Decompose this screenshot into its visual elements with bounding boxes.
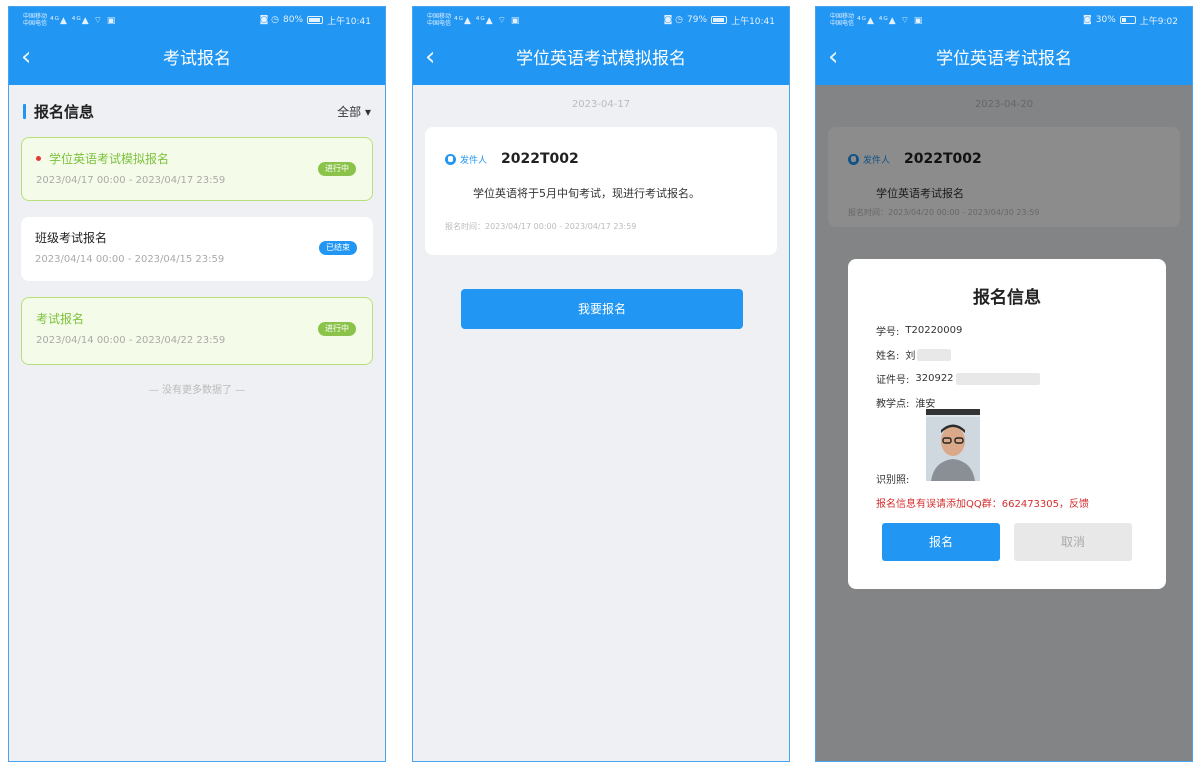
section-accent-bar: [23, 103, 26, 119]
battery-icon: [1119, 16, 1136, 24]
name-value: 刘: [905, 351, 916, 362]
page-title: 学位英语考试报名: [936, 49, 1072, 69]
person-photo-icon: [926, 417, 980, 481]
dialog-title: 报名信息: [973, 288, 1041, 308]
student-no-label: 学号:: [876, 327, 900, 338]
status-badge: 已结束: [319, 241, 357, 255]
sender-label: 发件人: [460, 155, 488, 166]
back-icon[interactable]: ‹: [21, 43, 51, 73]
sender-row: 发件人 2022T002: [445, 151, 579, 167]
cancel-button[interactable]: 取消: [1014, 523, 1132, 561]
phone-screen-registration-modal: 中国移动 中国电信 ⁴ᴳ▲ ⁴ᴳ▲ ⌔ ▣ ◙ 30% 上午9:02 ‹ 学位英…: [815, 6, 1193, 762]
message-body: 学位英语将于5月中旬考试，现进行考试报名。: [473, 187, 700, 200]
no-more-data-text: — 没有更多数据了 —: [148, 385, 246, 396]
photo-label: 识别照:: [876, 475, 910, 486]
exam-list-content: 报名信息 全部 ▾ 学位英语考试模拟报名 2023/04/17 00:00 - …: [9, 85, 385, 761]
student-no-value: T20220009: [905, 325, 963, 336]
sender-icon: [445, 153, 456, 165]
battery-icon: [711, 16, 728, 24]
signal-icon: ⁴ᴳ▲ ⁴ᴳ▲ ⌔ ▣: [50, 15, 117, 26]
clock: 上午10:41: [731, 16, 775, 27]
center-value: 淮安: [915, 399, 936, 410]
name-label: 姓名:: [876, 351, 900, 362]
list-item[interactable]: 学位英语考试模拟报名 2023/04/17 00:00 - 2023/04/17…: [21, 137, 373, 201]
message-date: 2023-04-17: [571, 99, 631, 110]
battery-icon: [307, 16, 324, 24]
list-item-title-row: 班级考试报名: [35, 229, 359, 246]
section-title-wrap: 报名信息: [23, 101, 94, 122]
status-indicators-icon: ◙ ◷: [259, 15, 280, 25]
signal-icon: ⁴ᴳ▲ ⁴ᴳ▲ ⌔ ▣: [857, 15, 924, 26]
status-indicators-icon: ◙: [1083, 15, 1092, 25]
redacted-mask: [955, 372, 1040, 385]
carrier-label: 中国移动 中国电信: [427, 13, 452, 27]
clock: 上午10:41: [327, 16, 371, 27]
student-no-row: 学号: T20220009: [876, 323, 962, 338]
battery-percent: 79%: [687, 15, 708, 25]
back-icon[interactable]: ‹: [828, 43, 858, 73]
list-item-time: 2023/04/14 00:00 - 2023/04/22 23:59: [36, 335, 226, 346]
id-photo: [926, 409, 980, 481]
list-item-title: 班级考试报名: [35, 231, 108, 245]
redacted-mask: [917, 348, 952, 361]
center-label: 教学点:: [876, 399, 910, 410]
list-item-title-row: 考试报名: [36, 310, 358, 327]
unread-dot-icon: [36, 156, 41, 161]
status-bar: 中国移动 中国电信 ⁴ᴳ▲ ⁴ᴳ▲ ⌔ ▣ ◙ 30% 上午9:02: [816, 7, 1192, 33]
battery-percent: 30%: [1095, 15, 1116, 25]
id-row: 证件号: 320922: [876, 371, 1040, 386]
list-item[interactable]: 考试报名 2023/04/14 00:00 - 2023/04/22 23:59…: [21, 297, 373, 365]
page-title: 学位英语考试模拟报名: [516, 49, 686, 69]
register-button[interactable]: 我要报名: [461, 289, 743, 329]
message-content: 2023-04-17 发件人 2022T002 学位英语将于5月中旬考试，现进行…: [413, 85, 789, 761]
confirm-register-button[interactable]: 报名: [882, 523, 1000, 561]
list-item[interactable]: 班级考试报名 2023/04/14 00:00 - 2023/04/15 23:…: [21, 217, 373, 281]
registration-time-range: 报名时间：2023/04/17 00:00 - 2023/04/17 23:59: [445, 222, 637, 231]
message-card: 发件人 2022T002 学位英语将于5月中旬考试，现进行考试报名。 报名时间：…: [425, 127, 777, 255]
nav-bar: ‹ 学位英语考试模拟报名: [413, 33, 789, 85]
id-label: 证件号:: [876, 375, 910, 386]
list-item-title-row: 学位英语考试模拟报名: [36, 150, 358, 167]
nav-bar: ‹ 学位英语考试报名: [816, 33, 1192, 85]
status-bar: 中国移动 中国电信 ⁴ᴳ▲ ⁴ᴳ▲ ⌔ ▣ ◙ ◷ 80% 上午10:41: [9, 7, 385, 33]
phone-screen-exam-detail: 中国移动 中国电信 ⁴ᴳ▲ ⁴ᴳ▲ ⌔ ▣ ◙ ◷ 79% 上午10:41 ‹ …: [412, 6, 790, 762]
signal-icon: ⁴ᴳ▲ ⁴ᴳ▲ ⌔ ▣: [454, 15, 521, 26]
carrier-label: 中国移动 中国电信: [23, 13, 48, 27]
page-title: 考试报名: [163, 49, 231, 69]
section-header: 报名信息 全部 ▾: [23, 99, 371, 123]
id-value: 320922: [915, 373, 954, 384]
sender-id: 2022T002: [501, 151, 579, 167]
warning-text: 报名信息有误请添加QQ群：662473305，反馈: [876, 499, 1090, 510]
battery-percent: 80%: [283, 15, 304, 25]
filter-dropdown[interactable]: 全部 ▾: [337, 103, 371, 120]
phone-screen-exam-list: 中国移动 中国电信 ⁴ᴳ▲ ⁴ᴳ▲ ⌔ ▣ ◙ ◷ 80% 上午10:41 ‹ …: [8, 6, 386, 762]
name-row: 姓名: 刘: [876, 347, 952, 362]
list-item-title: 考试报名: [36, 312, 85, 326]
list-item-time: 2023/04/14 00:00 - 2023/04/15 23:59: [35, 254, 225, 265]
center-row: 教学点: 淮安: [876, 395, 935, 410]
back-icon[interactable]: ‹: [425, 43, 455, 73]
status-badge: 进行中: [318, 162, 356, 176]
registration-info-dialog: 报名信息 学号: T20220009 姓名: 刘 证件号: 320922 教学点…: [848, 259, 1166, 589]
status-indicators-icon: ◙ ◷: [663, 15, 684, 25]
status-badge: 进行中: [318, 322, 356, 336]
clock: 上午9:02: [1139, 16, 1178, 27]
section-title: 报名信息: [34, 102, 95, 121]
carrier-label: 中国移动 中国电信: [830, 13, 855, 27]
list-item-time: 2023/04/17 00:00 - 2023/04/17 23:59: [36, 175, 226, 186]
list-item-title: 学位英语考试模拟报名: [49, 152, 170, 166]
nav-bar: ‹ 考试报名: [9, 33, 385, 85]
status-bar: 中国移动 中国电信 ⁴ᴳ▲ ⁴ᴳ▲ ⌔ ▣ ◙ ◷ 79% 上午10:41: [413, 7, 789, 33]
photo-top-strip: [926, 409, 980, 415]
